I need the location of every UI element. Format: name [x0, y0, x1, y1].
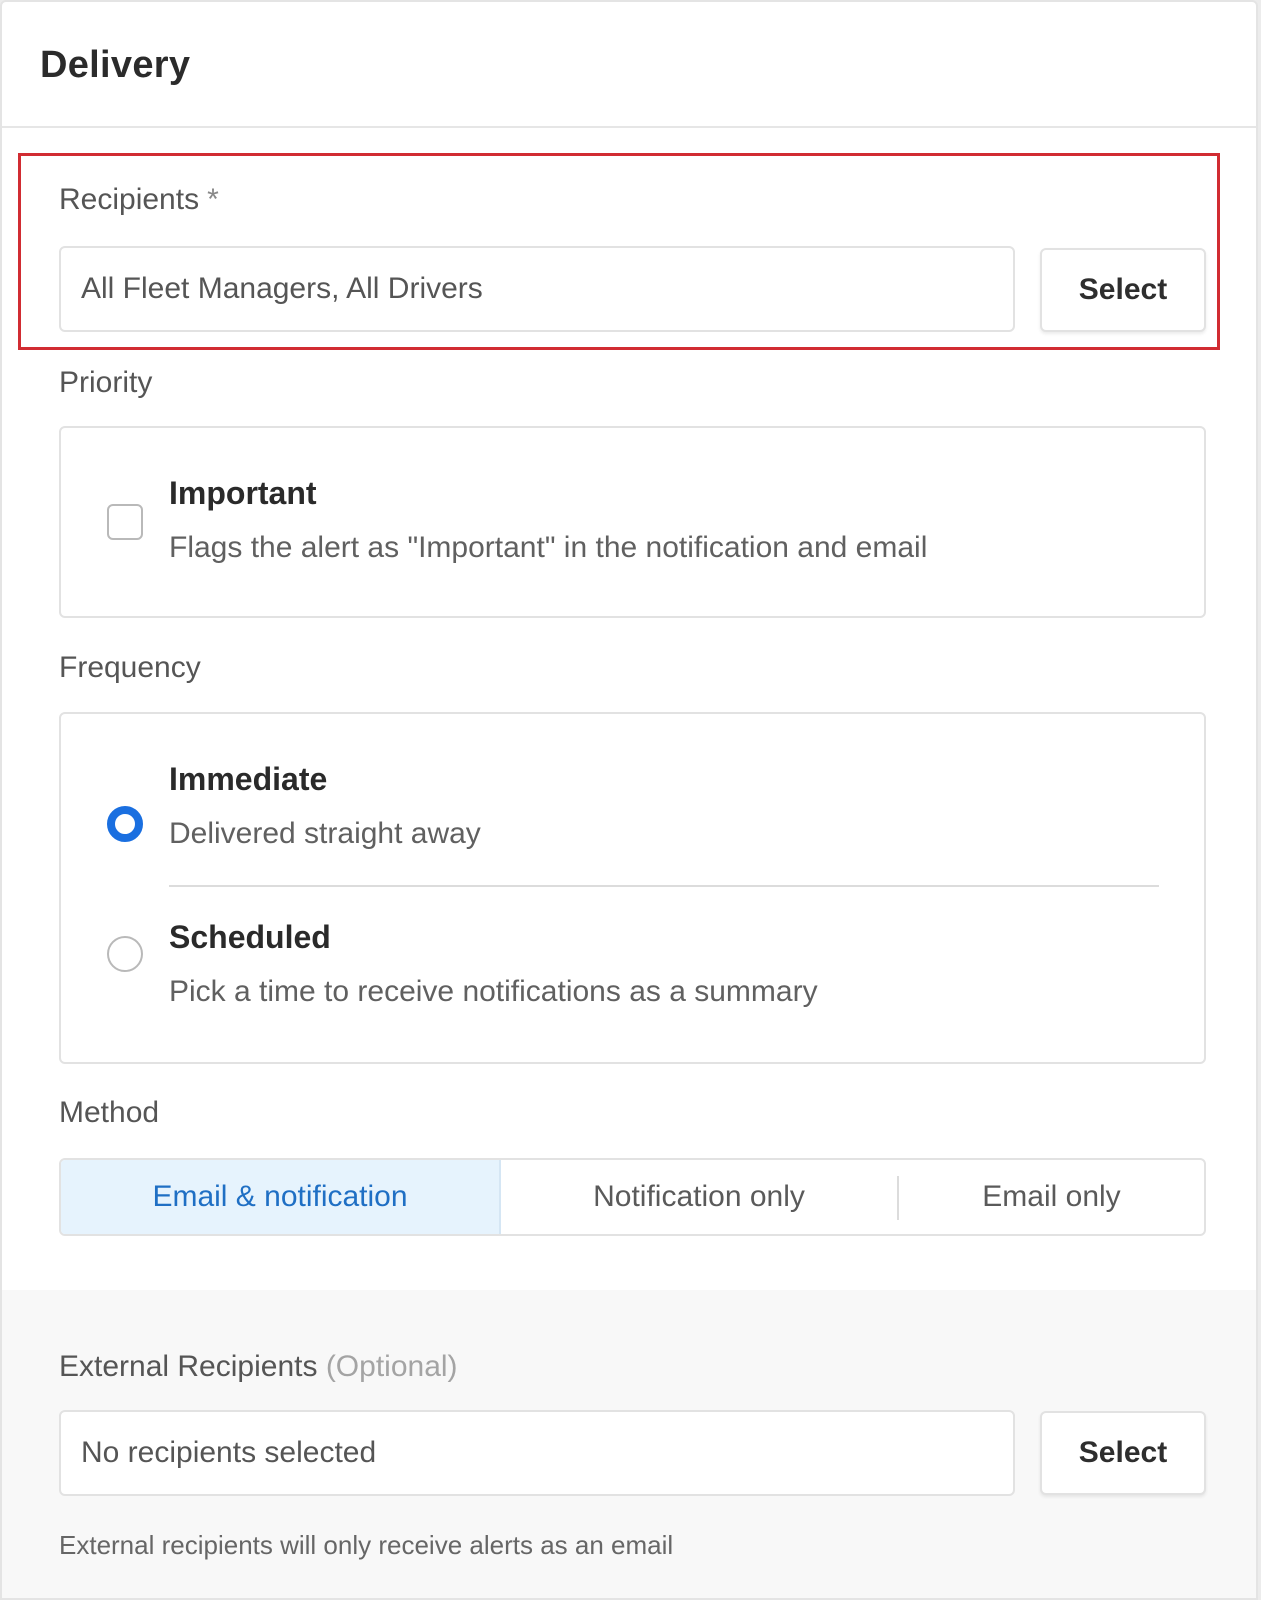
recipients-value: All Fleet Managers, All Drivers — [81, 272, 483, 305]
recipients-label: Recipients * — [59, 183, 219, 217]
scheduled-title: Scheduled — [169, 919, 331, 955]
external-recipients-select-button[interactable]: Select — [1040, 1411, 1206, 1495]
external-recipients-label: External Recipients (Optional) — [59, 1350, 458, 1384]
method-option-email-notification[interactable]: Email & notification — [61, 1160, 501, 1234]
frequency-box: Immediate Delivered straight away Schedu… — [59, 712, 1206, 1064]
immediate-title: Immediate — [169, 761, 328, 797]
important-checkbox[interactable] — [107, 504, 143, 540]
frequency-divider — [169, 885, 1159, 887]
method-option-notification-only[interactable]: Notification only — [501, 1160, 897, 1234]
external-recipients-label-text: External Recipients — [59, 1350, 318, 1383]
panel-title: Delivery — [40, 44, 191, 86]
scheduled-description: Pick a time to receive notifications as … — [169, 975, 818, 1008]
recipients-label-text: Recipients — [59, 183, 200, 216]
priority-box: Important Flags the alert as "Important"… — [59, 426, 1206, 618]
external-recipients-field[interactable]: No recipients selected — [59, 1410, 1015, 1496]
external-recipients-section: External Recipients (Optional) No recipi… — [2, 1290, 1256, 1598]
external-recipients-placeholder: No recipients selected — [81, 1436, 377, 1469]
priority-label: Priority — [59, 366, 153, 399]
required-marker: * — [207, 183, 219, 216]
optional-tag: (Optional) — [325, 1350, 458, 1383]
frequency-label: Frequency — [59, 651, 201, 684]
scheduled-radio[interactable] — [107, 936, 143, 972]
delivery-panel: Delivery Recipients * All Fleet Managers,… — [0, 0, 1258, 1600]
immediate-description: Delivered straight away — [169, 817, 481, 850]
immediate-radio[interactable] — [107, 806, 143, 842]
method-option-email-only[interactable]: Email only — [899, 1160, 1204, 1234]
important-title: Important — [169, 475, 317, 511]
external-recipients-hint: External recipients will only receive al… — [59, 1530, 674, 1560]
recipients-select-button[interactable]: Select — [1040, 248, 1206, 332]
method-segmented-control: Email & notification Notification only E… — [59, 1158, 1206, 1236]
panel-header: Delivery — [2, 2, 1256, 128]
method-label: Method — [59, 1096, 160, 1129]
important-description: Flags the alert as "Important" in the no… — [169, 531, 928, 564]
recipients-field[interactable]: All Fleet Managers, All Drivers — [59, 246, 1015, 332]
